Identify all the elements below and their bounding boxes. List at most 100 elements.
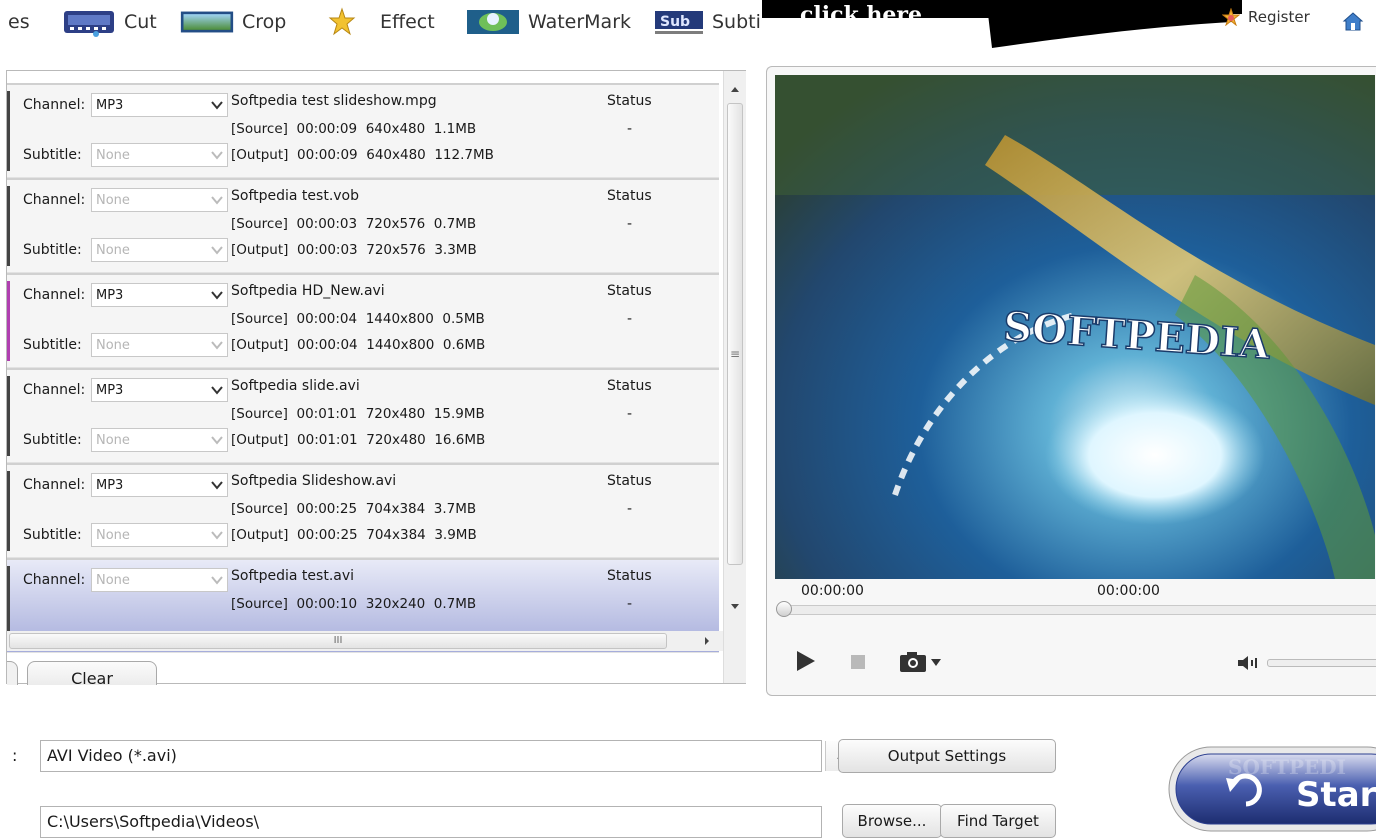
format-label-colon: : [12, 746, 18, 765]
register-star-icon [1222, 8, 1240, 26]
banner-link[interactable]: click here [800, 0, 922, 30]
toolbar-cut-button[interactable]: Cut [62, 0, 157, 44]
snapshot-camera-icon[interactable] [899, 651, 945, 673]
channel-label: Channel: [23, 192, 86, 208]
watermark-label: WaterMark [528, 11, 632, 33]
status-value: - [627, 596, 633, 612]
output-format-select[interactable]: AVI Video (*.avi) [40, 740, 862, 772]
file-row[interactable]: Channel: MP3 Subtitle: None Softpedia sl… [7, 368, 719, 463]
scroll-right-icon[interactable] [703, 636, 711, 646]
channel-select[interactable]: None [91, 568, 228, 592]
channel-select[interactable]: MP3 [91, 283, 228, 307]
horizontal-scrollbar[interactable]: III [7, 631, 723, 651]
volume-slider[interactable] [1267, 659, 1376, 667]
time-current: 00:00:00 [801, 583, 864, 599]
toolbar-effect-button[interactable]: Effect [328, 0, 435, 44]
stop-icon[interactable] [851, 655, 865, 669]
status-label: Status [607, 568, 652, 584]
chevron-down-icon [211, 101, 223, 110]
effect-star-icon [328, 7, 356, 36]
channel-value: MP3 [96, 383, 124, 398]
scroll-up-icon[interactable] [730, 85, 740, 93]
subtitle-label: Subtitle: [23, 242, 82, 258]
seek-handle[interactable] [776, 601, 792, 617]
subtitle-icon: Sub [655, 11, 703, 34]
scroll-grip: III [333, 635, 343, 646]
status-value: - [627, 501, 633, 517]
left-partial-button[interactable] [7, 661, 18, 685]
toolbar-crop-button[interactable]: Crop [180, 0, 286, 44]
file-output-info: [Output] 00:01:01 720x480 16.6MB [231, 432, 486, 448]
channel-value: MP3 [96, 288, 124, 303]
file-row[interactable]: Channel: MP3 Subtitle: None Softpedia te… [7, 83, 719, 178]
subtitle-select[interactable]: None [91, 523, 228, 547]
browse-button[interactable]: Browse... [842, 804, 942, 838]
status-label: Status [607, 93, 652, 109]
channel-select[interactable]: MP3 [91, 93, 228, 117]
channel-label: Channel: [23, 477, 86, 493]
start-button-graphic: SOFTPEDI Star [1168, 746, 1376, 832]
file-row[interactable]: Channel: MP3 Subtitle: None Softpedia Sl… [7, 463, 719, 558]
browse-label: Browse... [857, 812, 927, 830]
subtitle-select[interactable]: None [91, 428, 228, 452]
video-frame: SOFTPEDIA [775, 75, 1375, 579]
subtitle-select[interactable]: None [91, 333, 228, 357]
channel-select[interactable]: MP3 [91, 378, 228, 402]
channel-value: None [96, 573, 130, 588]
subtitle-select[interactable]: None [91, 238, 228, 262]
toolbar-subtitle-button[interactable]: Sub Subti [654, 0, 761, 44]
row-marker [7, 186, 10, 266]
chevron-down-icon [211, 576, 223, 585]
toolbar-watermark-button[interactable]: WaterMark [466, 0, 631, 44]
video-still-image: SOFTPEDIA [775, 75, 1375, 579]
channel-select[interactable]: MP3 [91, 473, 228, 497]
chevron-down-icon [211, 151, 223, 160]
cut-label: Cut [124, 11, 157, 33]
subtitle-label: Subtitle: [23, 432, 82, 448]
crop-icon [180, 11, 234, 33]
status-value: - [627, 121, 633, 137]
scroll-down-icon[interactable] [730, 603, 740, 611]
subtitle-value: None [96, 433, 130, 448]
start-button[interactable]: SOFTPEDI Star [1168, 746, 1376, 832]
clear-button[interactable]: Clear [27, 661, 157, 685]
volume-icon[interactable] [1237, 655, 1259, 671]
register-label: Register [1248, 8, 1310, 26]
subtitle-value: None [96, 528, 130, 543]
status-value: - [627, 216, 633, 232]
row-marker [7, 376, 10, 456]
toolbar-item-partial[interactable]: es [8, 0, 30, 44]
file-row[interactable]: Channel: None Subtitle: None Softpedia t… [7, 178, 719, 273]
file-output-info: [Output] 00:00:09 640x480 112.7MB [231, 147, 494, 163]
horizontal-scroll-thumb[interactable]: III [9, 633, 667, 649]
file-row[interactable]: Channel: MP3 Subtitle: None Softpedia HD… [7, 273, 719, 368]
subtitle-select[interactable]: None [91, 143, 228, 167]
vertical-scroll-thumb[interactable]: ≡ [727, 103, 743, 565]
subtitle-value: None [96, 243, 130, 258]
home-icon[interactable] [1342, 10, 1364, 32]
toolbar-partial-label: es [8, 11, 30, 33]
vertical-scrollbar[interactable]: ≡ [723, 71, 746, 683]
seek-slider[interactable] [776, 601, 1376, 617]
status-value: - [627, 406, 633, 422]
output-settings-button[interactable]: Output Settings [838, 739, 1056, 773]
status-label: Status [607, 283, 652, 299]
crop-label: Crop [242, 11, 287, 33]
status-label: Status [607, 378, 652, 394]
time-total: 00:00:00 [1097, 583, 1160, 599]
file-name: Softpedia slide.avi [231, 378, 360, 394]
file-source-info: [Source] 00:00:09 640x480 1.1MB [231, 121, 477, 137]
channel-select[interactable]: None [91, 188, 228, 212]
play-icon[interactable] [795, 649, 817, 673]
file-list-panel: Channel: MP3 Subtitle: None Softpedia te… [6, 70, 746, 685]
find-target-button[interactable]: Find Target [940, 804, 1056, 838]
output-path-value: C:\Users\Softpedia\Videos\ [47, 812, 260, 831]
watermark-icon [467, 10, 519, 34]
chevron-down-icon [211, 291, 223, 300]
subtitle-label: Subtitle: [23, 527, 82, 543]
row-marker [7, 471, 10, 551]
effect-label: Effect [380, 11, 435, 33]
output-path-field[interactable]: C:\Users\Softpedia\Videos\ [40, 806, 822, 838]
register-link[interactable]: Register [1222, 8, 1310, 26]
file-output-info: [Output] 00:00:25 704x384 3.9MB [231, 527, 477, 543]
